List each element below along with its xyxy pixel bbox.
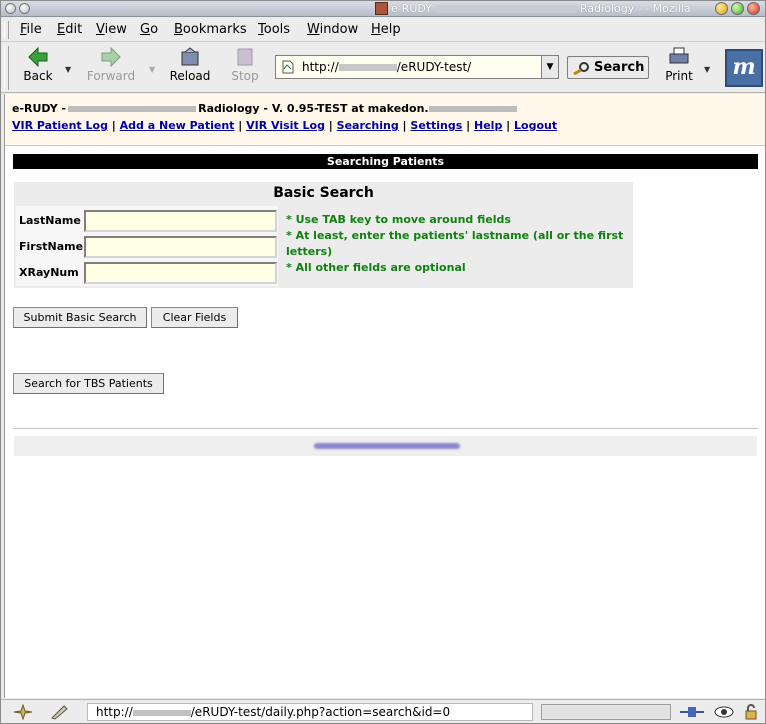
app-header: e-RUDY - Radiology - V. 0.95-TEST at make… <box>5 94 765 146</box>
submit-basic-search-button[interactable]: Submit Basic Search <box>13 307 147 328</box>
lastname-label: LastName <box>19 214 81 227</box>
search-icon <box>573 62 589 75</box>
nav-searching[interactable]: Searching <box>337 119 399 132</box>
back-button[interactable]: Back <box>15 47 61 89</box>
reload-label: Reload <box>169 69 211 83</box>
menu-bar: File Edit View Go Bookmarks Tools Window… <box>1 18 765 42</box>
app-nav: VIR Patient Log | Add a New Patient | VI… <box>12 119 558 132</box>
navigator-icon[interactable] <box>13 704 33 720</box>
hint-lastname: * At least, enter the patients' lastname… <box>286 229 624 258</box>
menu-go[interactable]: Go <box>140 22 158 37</box>
app-title: e-RUDY - Radiology - V. 0.95-TEST at make… <box>12 102 517 115</box>
hint-tab-key: * Use TAB key to move around fields <box>286 213 511 226</box>
url-input[interactable]: http:// /eRUDY-test/ <box>275 55 541 79</box>
app-icon <box>375 2 388 15</box>
title-bar: e-RUDY Radiology - - Mozilla <box>1 1 765 17</box>
menu-tools[interactable]: Tools <box>258 22 290 37</box>
menu-file[interactable]: File <box>20 22 42 37</box>
clear-fields-button[interactable]: Clear Fields <box>151 307 238 328</box>
forward-button[interactable]: Forward <box>83 47 139 89</box>
divider <box>13 428 758 430</box>
maximize-button[interactable] <box>731 2 744 15</box>
window-title: e-RUDY Radiology - - Mozilla <box>391 2 691 15</box>
reload-button[interactable]: Reload <box>165 47 215 89</box>
forward-history-dropdown[interactable]: ▼ <box>149 65 155 74</box>
hint-optional: * All other fields are optional <box>286 261 466 274</box>
status-bar: http:///eRUDY-test/daily.php?action=sear… <box>1 699 765 723</box>
print-dropdown[interactable]: ▼ <box>704 65 710 74</box>
progress-meter <box>541 704 671 720</box>
url-prefix: http:// <box>302 60 339 74</box>
forward-label: Forward <box>86 69 136 83</box>
nav-vir-patient-log[interactable]: VIR Patient Log <box>12 119 108 132</box>
status-text: http:///eRUDY-test/daily.php?action=sear… <box>87 703 533 721</box>
back-arrow-icon <box>28 47 48 67</box>
padlock-icon[interactable] <box>743 704 759 720</box>
xraynum-label: XRayNum <box>19 266 79 279</box>
basic-search-heading: Basic Search <box>273 185 374 201</box>
menu-window[interactable]: Window <box>307 22 358 37</box>
window-menu-button[interactable] <box>5 3 16 14</box>
stop-label: Stop <box>231 69 259 83</box>
nav-settings[interactable]: Settings <box>410 119 462 132</box>
mozilla-throbber-icon[interactable]: m <box>725 49 763 87</box>
search-hints: * Use TAB key to move around fields * At… <box>286 212 633 276</box>
stop-icon <box>237 48 253 66</box>
menu-view[interactable]: View <box>96 22 127 37</box>
url-history-dropdown[interactable]: ▼ <box>541 55 559 79</box>
browser-window: e-RUDY Radiology - - Mozilla File Edit Vi… <box>0 0 766 724</box>
printer-icon <box>669 47 689 64</box>
menu-edit[interactable]: Edit <box>57 22 82 37</box>
online-status-icon[interactable] <box>679 704 705 720</box>
back-label: Back <box>23 69 53 83</box>
footer-link-blurred[interactable] <box>314 443 460 449</box>
print-label: Print <box>665 69 693 83</box>
cookie-eye-icon[interactable] <box>713 704 735 720</box>
navigation-toolbar: Back ▼ Forward ▼ Reload Stop http:// /eRU… <box>1 43 765 93</box>
search-fields: LastName FirstName XRayNum <box>16 206 278 286</box>
basic-search-panel: Basic Search LastName FirstName XRayNum … <box>14 182 633 288</box>
nav-help[interactable]: Help <box>474 119 502 132</box>
stop-button[interactable]: Stop <box>225 47 265 89</box>
close-button[interactable] <box>747 2 760 15</box>
minimize-button[interactable] <box>715 2 728 15</box>
back-history-dropdown[interactable]: ▼ <box>65 65 71 74</box>
lastname-input[interactable] <box>84 210 277 232</box>
firstname-label: FirstName <box>19 240 84 253</box>
menu-help[interactable]: Help <box>371 22 401 37</box>
toolbar-grip[interactable] <box>4 46 9 90</box>
page-icon <box>282 60 294 74</box>
search-tbs-patients-button[interactable]: Search for TBS Patients <box>13 373 164 394</box>
xraynum-input[interactable] <box>84 262 277 284</box>
composer-icon[interactable] <box>49 704 69 720</box>
nav-vir-visit-log[interactable]: VIR Visit Log <box>246 119 325 132</box>
page-content: e-RUDY - Radiology - V. 0.95-TEST at make… <box>4 94 765 698</box>
reload-icon <box>181 47 199 66</box>
window-shade-button[interactable] <box>19 3 30 14</box>
search-button-label: Search <box>594 60 645 75</box>
nav-logout[interactable]: Logout <box>514 119 557 132</box>
search-button[interactable]: Search <box>567 56 649 79</box>
page-footer <box>14 436 757 456</box>
url-suffix: /eRUDY-test/ <box>396 60 472 74</box>
firstname-input[interactable] <box>84 236 277 258</box>
menu-bookmarks[interactable]: Bookmarks <box>174 22 247 37</box>
nav-add-patient[interactable]: Add a New Patient <box>120 119 235 132</box>
menubar-grip[interactable] <box>4 21 9 39</box>
forward-arrow-icon <box>101 47 121 67</box>
section-title: Searching Patients <box>13 154 758 169</box>
print-button[interactable]: Print <box>661 47 697 89</box>
